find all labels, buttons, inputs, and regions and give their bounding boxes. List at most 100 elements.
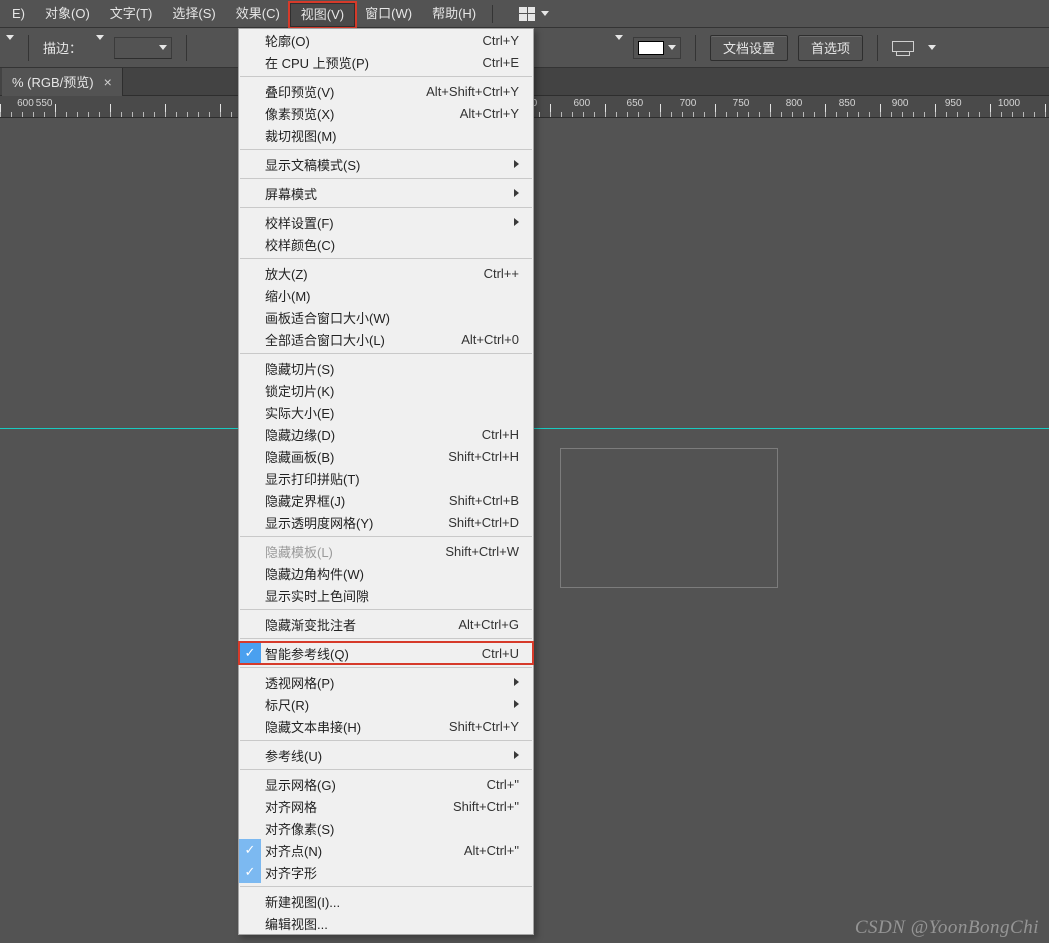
document-tab[interactable]: % (RGB/预览) × [2, 68, 123, 96]
menu-item-label: 显示网格(G) [261, 775, 487, 794]
check-icon: ✓ [239, 861, 261, 883]
menu-item[interactable]: 参考线(U) [239, 744, 533, 766]
menu-item[interactable]: 轮廓(O)Ctrl+Y [239, 29, 533, 51]
menu-item-label: 显示打印拼贴(T) [261, 469, 519, 488]
preferences-button[interactable]: 首选项 [798, 35, 863, 61]
menu-item[interactable]: 隐藏边角构件(W) [239, 562, 533, 584]
menu-item[interactable]: 新建视图(I)... [239, 890, 533, 912]
menu-item[interactable]: 叠印预览(V)Alt+Shift+Ctrl+Y [239, 80, 533, 102]
menu-shortcut: Shift+Ctrl+D [448, 515, 519, 530]
menu-item[interactable]: 全部适合窗口大小(L)Alt+Ctrl+0 [239, 328, 533, 350]
align-panel-icon[interactable] [892, 38, 914, 58]
menu-item-label: 隐藏边角构件(W) [261, 564, 519, 583]
menu-item[interactable]: 隐藏渐变批注者Alt+Ctrl+G [239, 613, 533, 635]
menu-item-label: 对齐网格 [261, 797, 453, 816]
white-swatch-icon [638, 41, 664, 55]
menu-item[interactable]: ✓对齐点(N)Alt+Ctrl+" [239, 839, 533, 861]
menu-shortcut: Ctrl+H [482, 427, 519, 442]
check-icon: ✓ [239, 839, 261, 861]
menu-item-label: 叠印预览(V) [261, 82, 426, 101]
menu-separator [240, 638, 532, 639]
menu-item-label: 缩小(M) [261, 286, 519, 305]
menu-item-label: 像素预览(X) [261, 104, 460, 123]
menu-item[interactable]: 裁切视图(M) [239, 124, 533, 146]
submenu-arrow-icon [514, 678, 519, 686]
menu-item-label: 透视网格(P) [261, 673, 514, 692]
menu-item-label: 隐藏画板(B) [261, 447, 448, 466]
menu-item[interactable]: 隐藏文本串接(H)Shift+Ctrl+Y [239, 715, 533, 737]
menu-item[interactable]: 隐藏定界框(J)Shift+Ctrl+B [239, 489, 533, 511]
menu-shortcut: Shift+Ctrl+W [445, 544, 519, 559]
menu-item-label: 编辑视图... [261, 914, 519, 933]
submenu-arrow-icon [514, 160, 519, 168]
menu-item[interactable]: 缩小(M) [239, 284, 533, 306]
menu-view[interactable]: 视图(V) [290, 3, 355, 27]
arrange-documents-button[interactable] [519, 7, 549, 21]
menu-help[interactable]: 帮助(H) [422, 0, 486, 28]
menu-item-label: 隐藏模板(L) [261, 542, 445, 561]
menu-item[interactable]: ✓对齐字形 [239, 861, 533, 883]
chevron-down-icon [668, 45, 676, 50]
menu-item[interactable]: 对齐网格Shift+Ctrl+" [239, 795, 533, 817]
menu-item-label: 校样颜色(C) [261, 235, 519, 254]
menu-separator [240, 353, 532, 354]
artboard-outline[interactable] [560, 448, 778, 588]
menu-item[interactable]: 显示网格(G)Ctrl+" [239, 773, 533, 795]
menu-item-label: 放大(Z) [261, 264, 484, 283]
menu-item-label: 全部适合窗口大小(L) [261, 330, 461, 349]
check-icon: ✓ [239, 642, 261, 664]
menu-item[interactable]: 像素预览(X)Alt+Ctrl+Y [239, 102, 533, 124]
menu-shortcut: Shift+Ctrl+H [448, 449, 519, 464]
graphic-style-dropdown[interactable] [611, 40, 623, 55]
menu-shortcut: Alt+Ctrl+G [458, 617, 519, 632]
menu-separator [240, 740, 532, 741]
menu-select[interactable]: 选择(S) [162, 0, 225, 28]
menu-item[interactable]: 锁定切片(K) [239, 379, 533, 401]
menu-shortcut: Ctrl+E [483, 55, 519, 70]
menu-shortcut: Shift+Ctrl+" [453, 799, 519, 814]
menu-item[interactable]: 显示文稿模式(S) [239, 153, 533, 175]
menu-shortcut: Ctrl++ [484, 266, 519, 281]
menu-item[interactable]: 校样设置(F) [239, 211, 533, 233]
menu-item-label: 轮廓(O) [261, 31, 483, 50]
menu-item[interactable]: 对齐像素(S) [239, 817, 533, 839]
arrange-documents-icon [519, 7, 535, 21]
menu-shortcut: Alt+Shift+Ctrl+Y [426, 84, 519, 99]
menu-item[interactable]: 编辑视图... [239, 912, 533, 934]
menu-item-label: 隐藏边缘(D) [261, 425, 482, 444]
menu-item[interactable]: 显示实时上色间隙 [239, 584, 533, 606]
menu-item[interactable]: 在 CPU 上预览(P)Ctrl+E [239, 51, 533, 73]
menu-item-label: 隐藏定界框(J) [261, 491, 449, 510]
menu-shortcut: Alt+Ctrl+Y [460, 106, 519, 121]
fill-dropdown[interactable] [2, 40, 14, 55]
menu-item[interactable]: 放大(Z)Ctrl++ [239, 262, 533, 284]
menu-type[interactable]: 文字(T) [100, 0, 163, 28]
menu-item[interactable]: ✓智能参考线(Q)Ctrl+U [239, 642, 533, 664]
menu-shortcut: Ctrl+" [487, 777, 519, 792]
menu-effect[interactable]: 效果(C) [226, 0, 290, 28]
menu-item[interactable]: 隐藏边缘(D)Ctrl+H [239, 423, 533, 445]
menu-shortcut: Ctrl+Y [483, 33, 519, 48]
menu-item-label: 智能参考线(Q) [261, 644, 482, 663]
menu-object[interactable]: 对象(O) [35, 0, 100, 28]
menu-item[interactable]: 显示透明度网格(Y)Shift+Ctrl+D [239, 511, 533, 533]
menu-item[interactable]: 实际大小(E) [239, 401, 533, 423]
menu-item[interactable]: 画板适合窗口大小(W) [239, 306, 533, 328]
stroke-weight-field[interactable] [114, 37, 172, 59]
menu-separator [240, 667, 532, 668]
background-swatch[interactable] [633, 37, 681, 59]
menu-item[interactable]: 标尺(R) [239, 693, 533, 715]
menu-item[interactable]: 校样颜色(C) [239, 233, 533, 255]
menu-item[interactable]: 显示打印拼贴(T) [239, 467, 533, 489]
menu-window[interactable]: 窗口(W) [355, 0, 422, 28]
menu-item[interactable]: 屏幕模式 [239, 182, 533, 204]
close-tab-icon[interactable]: × [104, 74, 112, 90]
menu-item[interactable]: 隐藏画板(B)Shift+Ctrl+H [239, 445, 533, 467]
menu-item-label: 隐藏切片(S) [261, 359, 519, 378]
menu-item[interactable]: 透视网格(P) [239, 671, 533, 693]
menu-edit[interactable]: E) [2, 0, 35, 28]
menu-item[interactable]: 隐藏切片(S) [239, 357, 533, 379]
stroke-weight-dropdown[interactable] [92, 40, 104, 55]
menu-shortcut: Shift+Ctrl+B [449, 493, 519, 508]
document-setup-button[interactable]: 文档设置 [710, 35, 788, 61]
